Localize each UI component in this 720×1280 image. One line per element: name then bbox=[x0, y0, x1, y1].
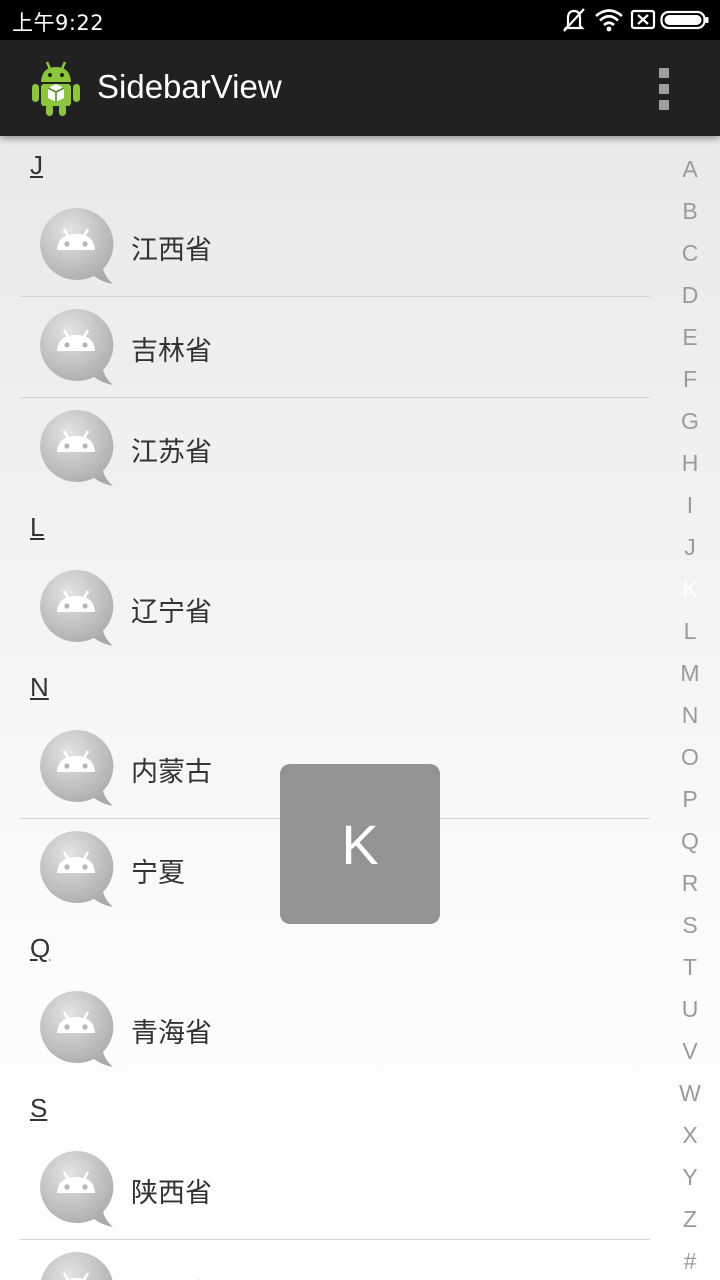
sidebar-letter-hash[interactable]: # bbox=[660, 1240, 720, 1280]
section-letter: L bbox=[30, 512, 45, 542]
android-chat-avatar-icon bbox=[40, 207, 114, 284]
section-header-j: J bbox=[0, 136, 660, 196]
sidebar-letter-v[interactable]: V bbox=[660, 1030, 720, 1072]
silent-mode-icon bbox=[563, 8, 585, 32]
section-letter: S bbox=[30, 1093, 48, 1123]
sidebar-letter-w[interactable]: W bbox=[660, 1072, 720, 1114]
android-chat-avatar-icon bbox=[40, 830, 114, 907]
list-item[interactable]: 陕西省 bbox=[20, 1139, 650, 1240]
section-letter: N bbox=[30, 672, 49, 702]
overflow-menu-icon[interactable] bbox=[646, 65, 682, 113]
sidebar-letter-d[interactable]: D bbox=[660, 274, 720, 316]
android-chat-avatar-icon bbox=[40, 409, 114, 486]
sidebar-letter-x[interactable]: X bbox=[660, 1114, 720, 1156]
android-icon bbox=[32, 61, 80, 116]
android-chat-avatar-icon bbox=[40, 729, 114, 806]
battery-icon bbox=[660, 10, 709, 30]
section-letter: Q bbox=[30, 933, 51, 963]
sidebar-letter-l[interactable]: L bbox=[660, 610, 720, 652]
sidebar-letter-s[interactable]: S bbox=[660, 904, 720, 946]
province-name: 吉林省 bbox=[131, 336, 212, 367]
sidebar-letter-t[interactable]: T bbox=[660, 946, 720, 988]
province-name: 宁夏 bbox=[131, 858, 185, 889]
list-item[interactable]: 青海省 bbox=[20, 979, 650, 1079]
wifi-icon bbox=[595, 9, 623, 32]
letter-popup: K bbox=[280, 764, 440, 924]
app-bar: SidebarView bbox=[0, 40, 720, 136]
province-name: 江苏省 bbox=[131, 437, 212, 468]
section-header-q: Q bbox=[0, 919, 660, 979]
android-chat-avatar-icon bbox=[40, 569, 114, 646]
sidebar-letter-j[interactable]: J bbox=[660, 526, 720, 568]
no-sim-icon bbox=[630, 9, 656, 30]
sidebar-letter-o[interactable]: O bbox=[660, 736, 720, 778]
sidebar-letter-r[interactable]: R bbox=[660, 862, 720, 904]
province-name: 青海省 bbox=[131, 1018, 212, 1049]
province-list: J 江西省 吉林省 江苏省 L 辽宁省 N 内蒙古 宁夏 Q 青海省 S 陕西省 bbox=[0, 136, 660, 1280]
sidebar-letter-n[interactable]: N bbox=[660, 694, 720, 736]
section-letter: J bbox=[30, 150, 43, 180]
sidebar-letter-p[interactable]: P bbox=[660, 778, 720, 820]
list-item[interactable]: 江西省 bbox=[20, 196, 650, 297]
list-item[interactable]: 辽宁省 bbox=[20, 558, 650, 658]
android-chat-avatar-icon bbox=[40, 1150, 114, 1227]
list-item[interactable]: 江苏省 bbox=[20, 398, 650, 498]
sidebar-letter-m[interactable]: M bbox=[660, 652, 720, 694]
province-name: 山西省 bbox=[131, 1272, 212, 1280]
sidebar-letter-q[interactable]: Q bbox=[660, 820, 720, 862]
province-name: 辽宁省 bbox=[131, 597, 212, 628]
android-chat-avatar-icon bbox=[40, 308, 114, 385]
section-header-s: S bbox=[0, 1079, 660, 1139]
sidebar-letter-f[interactable]: F bbox=[660, 358, 720, 400]
province-name: 江西省 bbox=[131, 235, 212, 266]
sidebar-letter-y[interactable]: Y bbox=[660, 1156, 720, 1198]
sidebar-letter-i[interactable]: I bbox=[660, 484, 720, 526]
province-name: 陕西省 bbox=[131, 1178, 212, 1209]
section-header-l: L bbox=[0, 498, 660, 558]
sidebar-letter-h[interactable]: H bbox=[660, 442, 720, 484]
sidebar-letter-c[interactable]: C bbox=[660, 232, 720, 274]
android-chat-avatar-icon bbox=[41, 1251, 113, 1280]
sidebar-letter-g[interactable]: G bbox=[660, 400, 720, 442]
list-item[interactable]: 山西省 bbox=[20, 1240, 650, 1280]
sidebar-letter-k[interactable]: K bbox=[660, 568, 720, 610]
province-name: 内蒙古 bbox=[131, 757, 212, 788]
app-title: SidebarView bbox=[97, 68, 282, 105]
alphabet-sidebar[interactable]: A B C D E F G H I J K L M N O P Q R S T U V W X Y Z # bbox=[660, 136, 720, 1280]
section-header-n: N bbox=[0, 658, 660, 718]
status-time: 上午9:22 bbox=[12, 11, 105, 35]
sidebar-letter-u[interactable]: U bbox=[660, 988, 720, 1030]
sidebar-letter-b[interactable]: B bbox=[660, 190, 720, 232]
content-area: J 江西省 吉林省 江苏省 L 辽宁省 N 内蒙古 宁夏 Q 青海省 S 陕西省… bbox=[0, 136, 720, 1280]
sidebar-letter-a[interactable]: A bbox=[660, 148, 720, 190]
sidebar-letter-e[interactable]: E bbox=[660, 316, 720, 358]
list-item[interactable]: 吉林省 bbox=[20, 297, 650, 398]
sidebar-letter-z[interactable]: Z bbox=[660, 1198, 720, 1240]
status-bar: 上午9:22 bbox=[0, 0, 720, 40]
android-chat-avatar-icon bbox=[40, 990, 114, 1067]
